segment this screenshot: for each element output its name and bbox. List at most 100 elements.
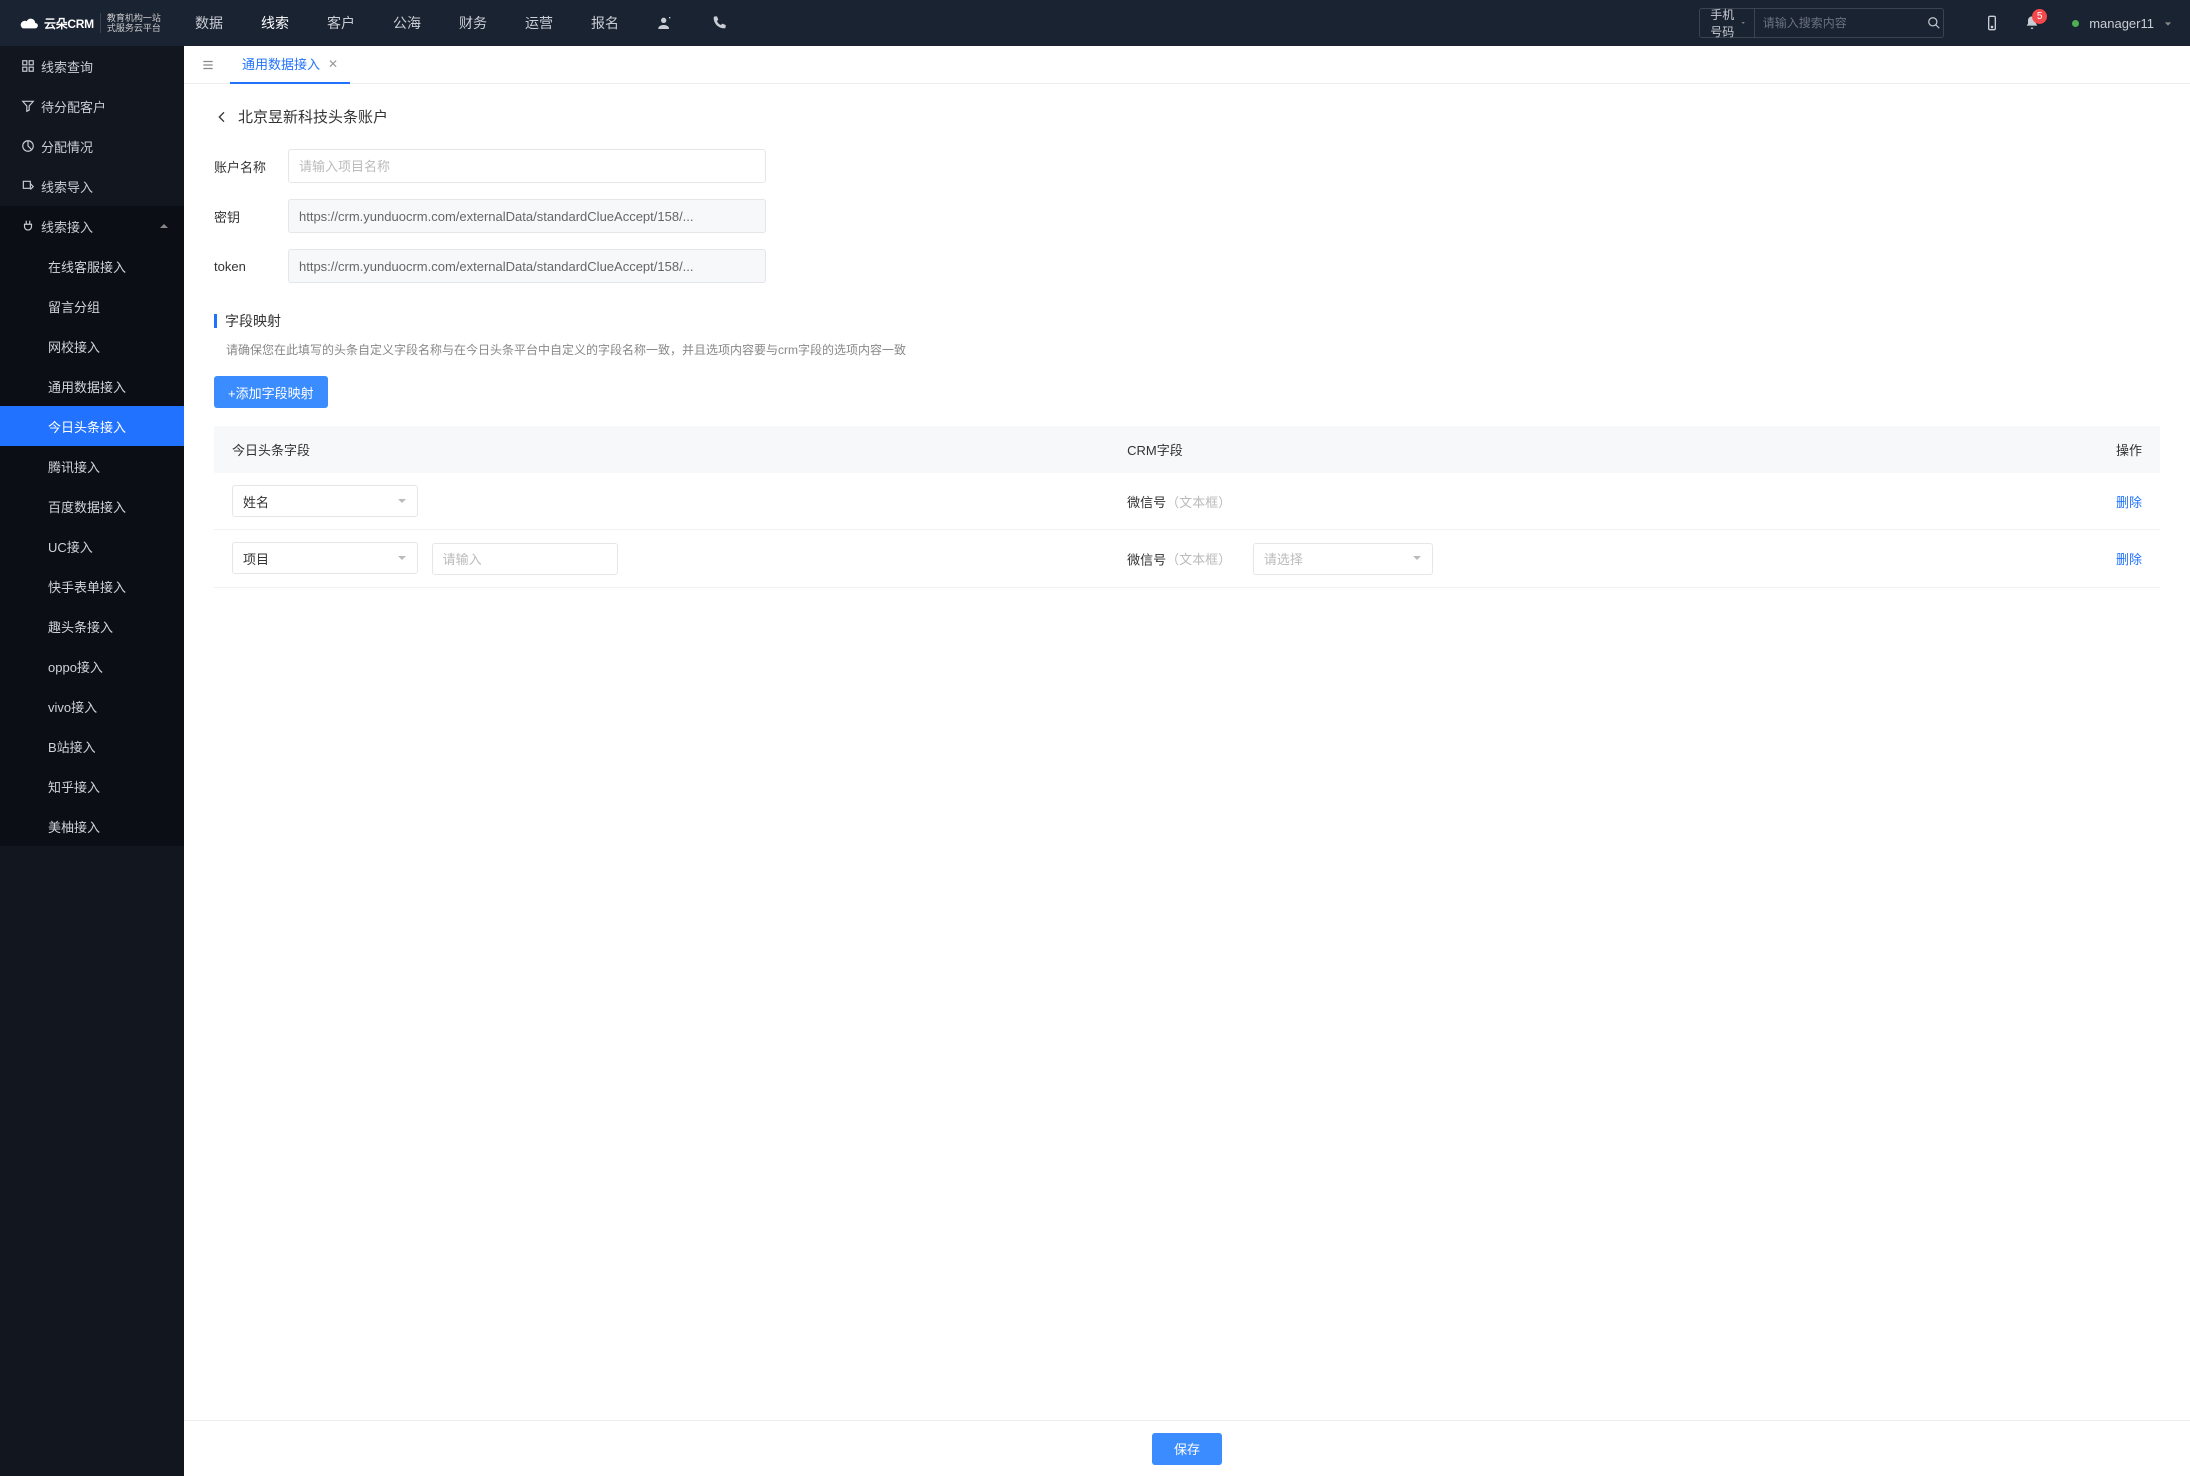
status-dot-icon [2072, 20, 2079, 27]
search-input[interactable] [1755, 16, 1926, 30]
logo-text: 云朵CRM [44, 15, 94, 32]
sub-item-vivo[interactable]: vivo接入 [0, 686, 184, 726]
user-name: manager11 [2089, 16, 2154, 31]
label-token: token [214, 259, 288, 274]
back-button[interactable]: 北京昱新科技头条账户 [214, 106, 2160, 127]
crm-field-cell: 微信号（文本框） 请选择 [1109, 530, 1848, 588]
sub-item-oppo[interactable]: oppo接入 [0, 646, 184, 686]
col-toutiao-field: 今日头条字段 [214, 426, 1109, 473]
sub-item-online-cs[interactable]: 在线客服接入 [0, 246, 184, 286]
chevron-down-icon [397, 551, 407, 566]
section-desc: 请确保您在此填写的头条自定义字段名称与在今日头条平台中自定义的字段名称一致，并且… [226, 341, 2160, 358]
grid-icon [15, 59, 41, 73]
sub-item-msg-group[interactable]: 留言分组 [0, 286, 184, 326]
logo-subtext: 教育机构一站 式服务云平台 [107, 13, 161, 33]
phone-icon[interactable] [711, 15, 727, 31]
select-toutiao-field[interactable]: 姓名 [232, 485, 418, 517]
sub-item-generic[interactable]: 通用数据接入 [0, 366, 184, 406]
nav-item-ops[interactable]: 运营 [525, 13, 553, 33]
nav-item-clues[interactable]: 线索 [261, 13, 289, 33]
main-content: 通用数据接入 ✕ 北京昱新科技头条账户 账户名称 密钥 https://crm.… [184, 46, 2190, 678]
sub-item-school[interactable]: 网校接入 [0, 326, 184, 366]
input-extra[interactable] [432, 543, 618, 575]
tab-label: 通用数据接入 [242, 54, 320, 73]
section-title: 字段映射 [214, 311, 2160, 331]
add-mapping-button[interactable]: +添加字段映射 [214, 376, 328, 408]
top-nav: 数据 线索 客户 公海 财务 运营 报名 [195, 13, 727, 33]
logo[interactable]: 云朵CRM 教育机构一站 式服务云平台 [18, 13, 183, 33]
footer-bar: 保存 [184, 1420, 2190, 1476]
nav-item-pool[interactable]: 公海 [393, 13, 421, 33]
search-icon [1927, 16, 1941, 30]
sub-item-baidu[interactable]: 百度数据接入 [0, 486, 184, 526]
funnel-icon [15, 99, 41, 113]
search-button[interactable] [1926, 9, 1943, 37]
delete-link[interactable]: 删除 [2116, 495, 2142, 510]
section-mapping: 字段映射 请确保您在此填写的头条自定义字段名称与在今日头条平台中自定义的字段名称… [214, 311, 2160, 588]
save-button[interactable]: 保存 [1152, 1433, 1222, 1465]
sidebar-item-clue-search[interactable]: 线索查询 [0, 46, 184, 86]
logo-divider-icon [100, 13, 101, 33]
tabs-bar: 通用数据接入 ✕ [184, 46, 2190, 84]
row-key: 密钥 https://crm.yunduocrm.com/externalDat… [214, 199, 2160, 233]
value-key[interactable]: https://crm.yunduocrm.com/externalData/s… [288, 199, 766, 233]
plug-icon [15, 219, 41, 233]
input-account-name[interactable] [288, 149, 766, 183]
menu-icon [201, 58, 215, 72]
sidebar-item-integration[interactable]: 线索接入 [0, 206, 184, 246]
col-crm-field: CRM字段 [1109, 426, 1848, 473]
value-token[interactable]: https://crm.yunduocrm.com/externalData/s… [288, 249, 766, 283]
chevron-down-icon [397, 494, 407, 509]
search-type-select[interactable]: 手机号码 [1700, 9, 1755, 37]
nav-item-signup[interactable]: 报名 [591, 13, 619, 33]
mapping-table: 今日头条字段 CRM字段 操作 姓名 微 [214, 426, 2160, 588]
row-account-name: 账户名称 [214, 149, 2160, 183]
sub-item-uc[interactable]: UC接入 [0, 526, 184, 566]
cloud-icon [18, 15, 40, 31]
sub-item-kuaishou[interactable]: 快手表单接入 [0, 566, 184, 606]
sidebar-item-allocation[interactable]: 分配情况 [0, 126, 184, 166]
label-account-name: 账户名称 [214, 157, 288, 176]
sub-item-bilibili[interactable]: B站接入 [0, 726, 184, 766]
search-bar: 手机号码 [1699, 8, 1944, 38]
tabs-collapse-button[interactable] [194, 51, 222, 79]
select-crm-field[interactable]: 请选择 [1253, 543, 1433, 575]
delete-link[interactable]: 删除 [2116, 552, 2142, 567]
label-key: 密钥 [214, 207, 288, 226]
pie-icon [15, 139, 41, 153]
user-menu[interactable]: manager11 [2072, 15, 2172, 31]
chevron-down-icon [1741, 19, 1745, 27]
bell-button[interactable]: 5 [2012, 15, 2052, 31]
user-add-icon[interactable] [657, 15, 673, 31]
sidebar-item-import[interactable]: 线索导入 [0, 166, 184, 206]
select-toutiao-field[interactable]: 项目 [232, 542, 418, 574]
sidebar-item-unassigned[interactable]: 待分配客户 [0, 86, 184, 126]
page-panel: 北京昱新科技头条账户 账户名称 密钥 https://crm.yunduocrm… [184, 84, 2190, 678]
nav-item-customer[interactable]: 客户 [327, 13, 355, 33]
chevron-down-icon [2164, 15, 2172, 31]
sub-item-qutoutiao[interactable]: 趣头条接入 [0, 606, 184, 646]
nav-item-finance[interactable]: 财务 [459, 13, 487, 33]
col-action: 操作 [1849, 426, 2160, 473]
sub-item-tencent[interactable]: 腾讯接入 [0, 446, 184, 486]
sub-item-toutiao[interactable]: 今日头条接入 [0, 406, 184, 446]
notification-badge: 5 [2032, 9, 2047, 24]
export-icon [15, 179, 41, 193]
nav-item-data[interactable]: 数据 [195, 13, 223, 33]
close-icon[interactable]: ✕ [328, 57, 338, 71]
section-bar-icon [214, 314, 217, 328]
mobile-icon[interactable] [1972, 15, 2012, 31]
chevron-up-icon [159, 219, 169, 234]
sub-item-meiyou[interactable]: 美柚接入 [0, 806, 184, 846]
table-row: 项目 微信号（文本框） 请选择 删除 [214, 530, 2160, 588]
crm-field-cell: 微信号（文本框） [1109, 473, 1848, 530]
sidebar: 线索查询 待分配客户 分配情况 线索导入 线索接入 在线客服接入 留言分组 网校… [0, 46, 184, 1476]
tab-generic-data[interactable]: 通用数据接入 ✕ [230, 46, 350, 84]
table-row: 姓名 微信号（文本框） 删除 [214, 473, 2160, 530]
sub-item-zhihu[interactable]: 知乎接入 [0, 766, 184, 806]
chevron-left-icon [214, 109, 230, 125]
page-title: 北京昱新科技头条账户 [238, 106, 388, 127]
chevron-down-icon [1412, 551, 1422, 566]
app-header: 云朵CRM 教育机构一站 式服务云平台 数据 线索 客户 公海 财务 运营 报名… [0, 0, 2190, 46]
row-token: token https://crm.yunduocrm.com/external… [214, 249, 2160, 283]
